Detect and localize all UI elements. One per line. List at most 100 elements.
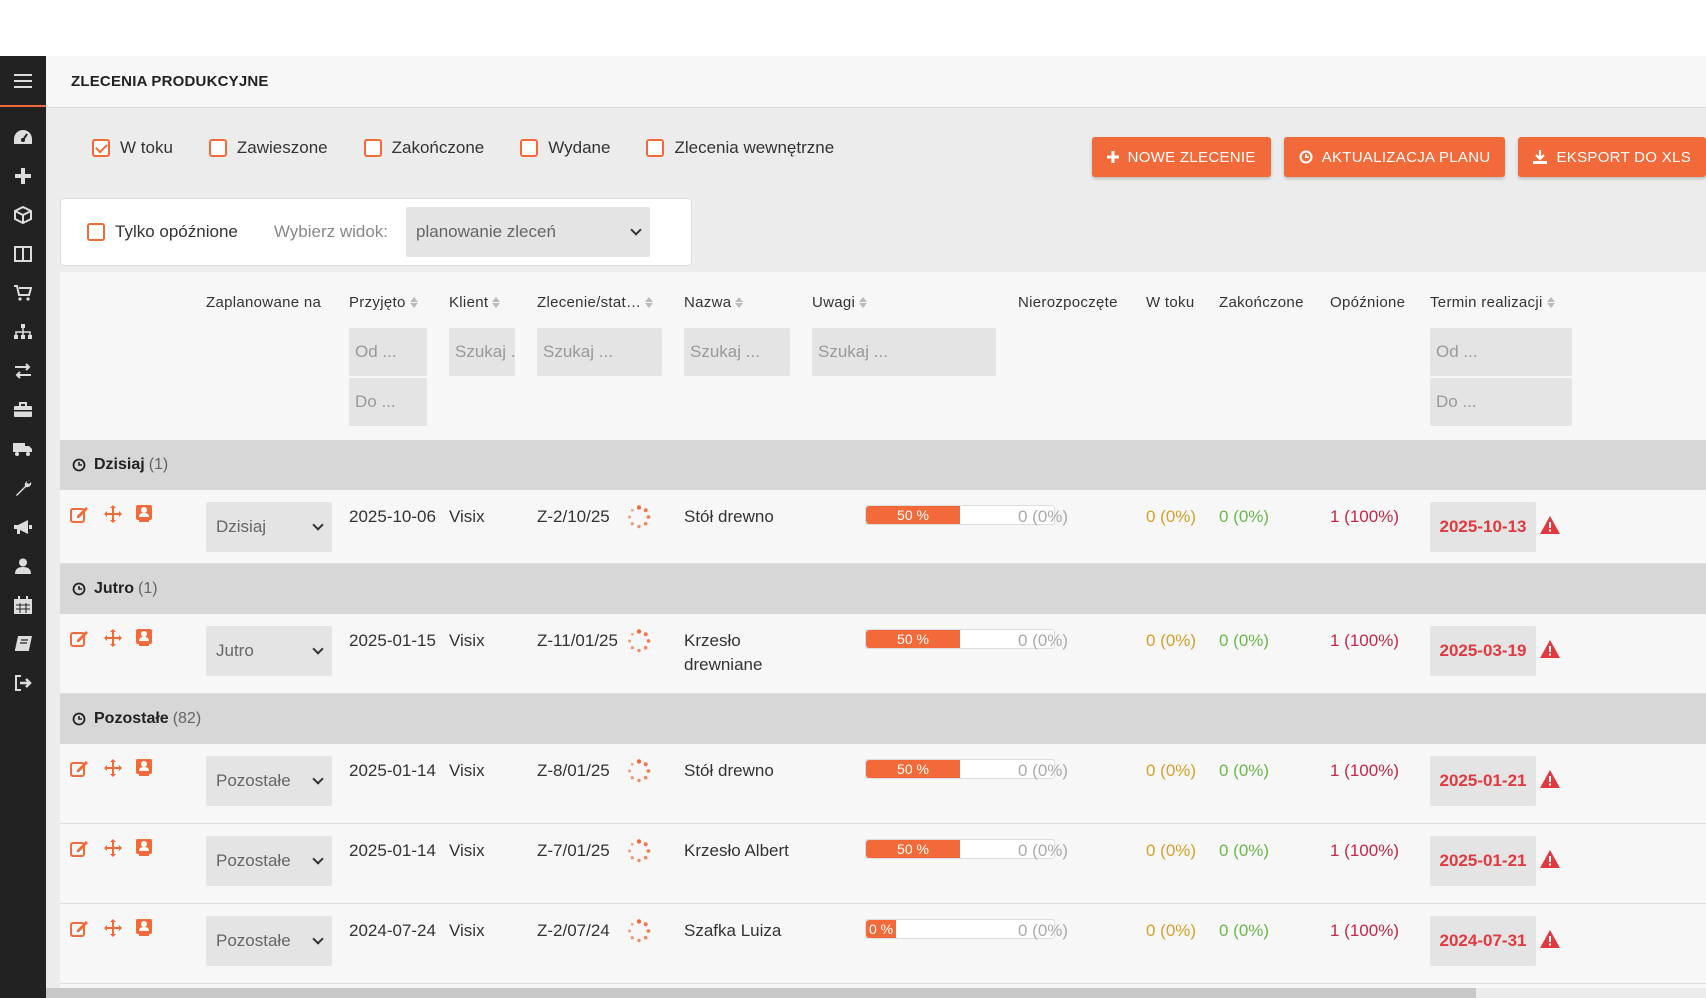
order-number[interactable]: Z-11/01/25 — [537, 629, 618, 653]
new-order-button[interactable]: NOWE ZLECENIE — [1091, 137, 1271, 177]
edit-icon[interactable] — [70, 505, 90, 523]
edit-icon[interactable] — [70, 919, 90, 937]
edit-icon[interactable] — [70, 839, 90, 857]
topbar: ZLECENIA PRODUKCYJNE — [46, 56, 1706, 108]
main-content: W toku Zawieszone Zakończone Wydane Zlec… — [46, 108, 1706, 998]
book-icon — [15, 635, 32, 651]
assign-user-icon[interactable] — [136, 629, 152, 647]
filter-internal[interactable]: Zlecenia wewnętrzne — [646, 138, 834, 158]
sidebar-item-delivery[interactable] — [0, 429, 46, 468]
group-header-tomorrow[interactable]: Jutro (1) — [60, 564, 1706, 614]
sidebar-item-calendar[interactable] — [0, 585, 46, 624]
planned-select[interactable]: Jutro — [206, 626, 332, 676]
finished-count: 0 (0%) — [1219, 841, 1270, 860]
wrench-icon — [16, 480, 32, 496]
assign-user-icon[interactable] — [136, 919, 152, 937]
sidebar-item-marketing[interactable] — [0, 507, 46, 546]
accepted-to-input[interactable]: Do ... — [349, 378, 427, 426]
sort-icon — [645, 297, 654, 308]
sidebar-item-docs[interactable] — [0, 624, 46, 663]
order-search-input[interactable]: Szukaj ... — [537, 328, 662, 376]
sidebar-item-service[interactable] — [0, 468, 46, 507]
horizontal-scrollbar[interactable] — [46, 988, 1476, 998]
checkbox-internal[interactable] — [646, 139, 665, 157]
in-progress-count: 0 (0%) — [1146, 761, 1197, 780]
sidebar-item-users[interactable] — [0, 546, 46, 585]
only-late-filter[interactable]: Tylko opóźnione — [87, 222, 238, 242]
sidebar-item-shop[interactable] — [0, 273, 46, 312]
update-plan-button[interactable]: AKTUALIZACJA PLANU — [1283, 137, 1506, 177]
briefcase-icon — [14, 401, 32, 417]
in-progress-count: 0 (0%) — [1146, 507, 1197, 526]
order-number[interactable]: Z-2/10/25 — [537, 505, 610, 529]
accepted-date: 2025-01-14 — [349, 841, 436, 860]
order-number[interactable]: Z-7/01/25 — [537, 839, 610, 863]
chevron-down-icon — [312, 853, 324, 865]
sidebar-item-logout[interactable] — [0, 663, 46, 702]
edit-icon[interactable] — [70, 759, 90, 777]
col-header-accepted[interactable]: Przyjęto — [349, 294, 418, 311]
planned-select[interactable]: Dzisiaj — [206, 502, 332, 552]
group-header-today[interactable]: Dzisiaj (1) — [60, 440, 1706, 490]
move-icon[interactable] — [104, 505, 122, 523]
menu-toggle-button[interactable] — [0, 56, 46, 107]
col-header-planned[interactable]: Zaplanowane na — [206, 294, 321, 311]
planned-select[interactable]: Pozostałe — [206, 916, 332, 966]
group-header-others[interactable]: Pozostałe (82) — [60, 694, 1706, 744]
client-name: Visix — [449, 841, 485, 860]
sidebar-item-dashboard[interactable] — [0, 117, 46, 156]
planned-select[interactable]: Pozostałe — [206, 836, 332, 886]
checkbox-suspended[interactable] — [208, 139, 227, 157]
sidebar-item-structure[interactable] — [0, 312, 46, 351]
notes-search-input[interactable]: Szukaj ... — [812, 328, 996, 376]
move-icon[interactable] — [104, 919, 122, 937]
view-select[interactable]: planowanie zleceń — [406, 207, 651, 257]
assign-user-icon[interactable] — [136, 505, 152, 523]
not-started-count: 0 (0%) — [1018, 631, 1069, 650]
deadline-date: 2024-07-31 — [1430, 916, 1536, 966]
client-search-input[interactable]: Szukaj . — [449, 328, 515, 376]
not-started-count: 0 (0%) — [1018, 921, 1069, 940]
planned-select[interactable]: Pozostałe — [206, 756, 332, 806]
move-icon[interactable] — [104, 839, 122, 857]
sidebar-item-add[interactable] — [0, 156, 46, 195]
filter-finished[interactable]: Zakończone — [363, 138, 484, 158]
checkbox-finished[interactable] — [363, 139, 382, 157]
checkbox-in-progress[interactable] — [92, 139, 110, 157]
export-xls-button[interactable]: EKSPORT DO XLS — [1518, 137, 1706, 177]
checkbox-issued[interactable] — [520, 139, 539, 157]
assign-user-icon[interactable] — [136, 759, 152, 777]
sidebar-item-products[interactable] — [0, 195, 46, 234]
order-number[interactable]: Z-2/07/24 — [537, 919, 610, 943]
sidebar-item-transfers[interactable] — [0, 351, 46, 390]
deadline-date: 2025-01-21 — [1430, 836, 1536, 886]
deadline-from-input[interactable]: Od ... — [1430, 328, 1572, 376]
accepted-from-input[interactable]: Od ... — [349, 328, 427, 376]
user-icon — [15, 558, 31, 574]
col-header-not-started: Nierozpoczęte — [1018, 294, 1118, 311]
page-title: ZLECENIA PRODUKCYJNE — [71, 73, 269, 90]
edit-icon[interactable] — [70, 629, 90, 647]
move-icon[interactable] — [104, 759, 122, 777]
move-icon[interactable] — [104, 629, 122, 647]
filter-label: Wydane — [548, 138, 611, 157]
filter-suspended[interactable]: Zawieszone — [208, 138, 328, 158]
orders-table: Zaplanowane na Przyjęto Klient Zlecenie/… — [60, 272, 1706, 988]
col-header-deadline[interactable]: Termin realizacji — [1430, 294, 1555, 311]
deadline-to-input[interactable]: Do ... — [1430, 378, 1572, 426]
col-header-order-status[interactable]: Zlecenie/stat… — [537, 294, 654, 311]
table-row: Dzisiaj 2025-10-06 Visix Z-2/10/25 Stół … — [60, 490, 1706, 564]
sidebar-item-business[interactable] — [0, 390, 46, 429]
order-number[interactable]: Z-8/01/25 — [537, 759, 610, 783]
col-header-notes[interactable]: Uwagi — [812, 294, 868, 311]
name-search-input[interactable]: Szukaj ... — [684, 328, 790, 376]
filter-in-progress[interactable]: W toku — [92, 138, 173, 158]
sidebar-item-columns[interactable] — [0, 234, 46, 273]
col-header-client[interactable]: Klient — [449, 294, 501, 311]
assign-user-icon[interactable] — [136, 839, 152, 857]
finished-count: 0 (0%) — [1219, 921, 1270, 940]
sort-icon — [859, 297, 868, 308]
checkbox-only-late[interactable] — [87, 223, 105, 241]
filter-issued[interactable]: Wydane — [520, 138, 610, 158]
col-header-name[interactable]: Nazwa — [684, 294, 744, 311]
